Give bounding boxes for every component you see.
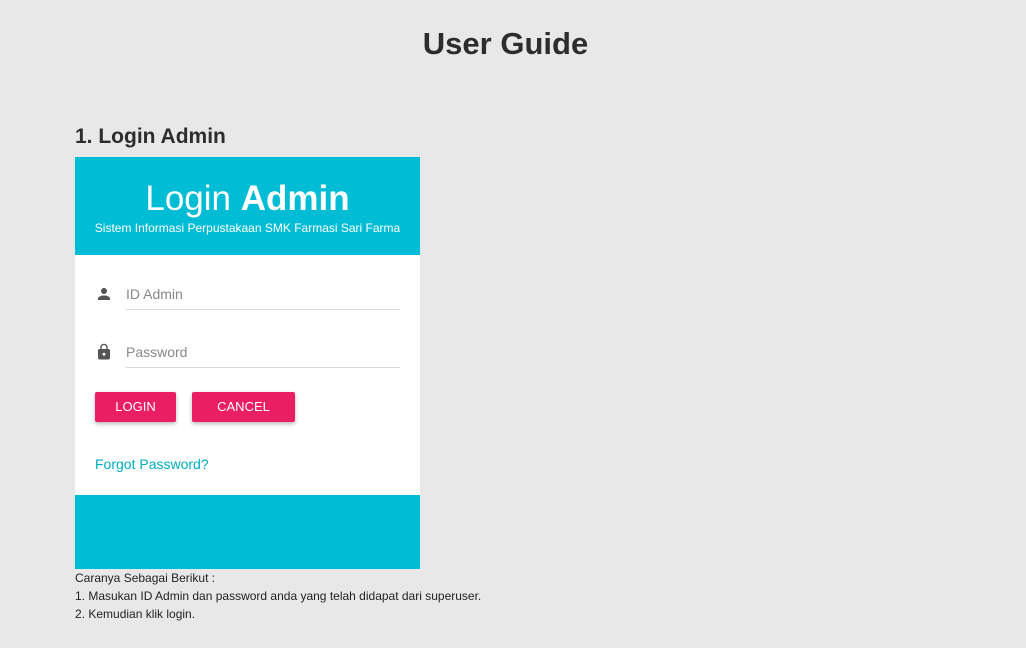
lock-icon	[95, 343, 113, 361]
page-title: User Guide	[422, 26, 589, 61]
password-input[interactable]	[126, 337, 400, 368]
login-footer	[75, 495, 420, 569]
login-title-bold: Admin	[240, 179, 350, 218]
login-screenshot: Login Admin Sistem Informasi Perpustakaa…	[75, 157, 420, 569]
password-field	[95, 333, 400, 371]
instruction-step: 2. Kemudian klik login.	[75, 607, 196, 621]
cancel-button[interactable]: CANCEL	[192, 392, 295, 422]
instructions: Caranya Sebagai Berikut : 1. Masukan ID …	[75, 569, 481, 623]
section-title: 1. Login Admin	[75, 125, 226, 148]
person-icon	[95, 285, 113, 303]
login-form: LOGIN CANCEL Forgot Password?	[75, 255, 420, 495]
forgot-password-link[interactable]: Forgot Password?	[95, 455, 209, 473]
id-admin-field	[95, 275, 400, 313]
login-subtitle: Sistem Informasi Perpustakaan SMK Farmas…	[94, 221, 401, 235]
login-title-light: Login	[145, 179, 231, 218]
id-admin-input[interactable]	[126, 279, 400, 310]
instructions-intro: Caranya Sebagai Berikut :	[75, 571, 216, 585]
login-button[interactable]: LOGIN	[95, 392, 176, 422]
instruction-step: 1. Masukan ID Admin dan password anda ya…	[75, 589, 482, 603]
login-header-title: Login Admin	[75, 177, 420, 221]
login-header: Login Admin Sistem Informasi Perpustakaa…	[75, 157, 420, 255]
